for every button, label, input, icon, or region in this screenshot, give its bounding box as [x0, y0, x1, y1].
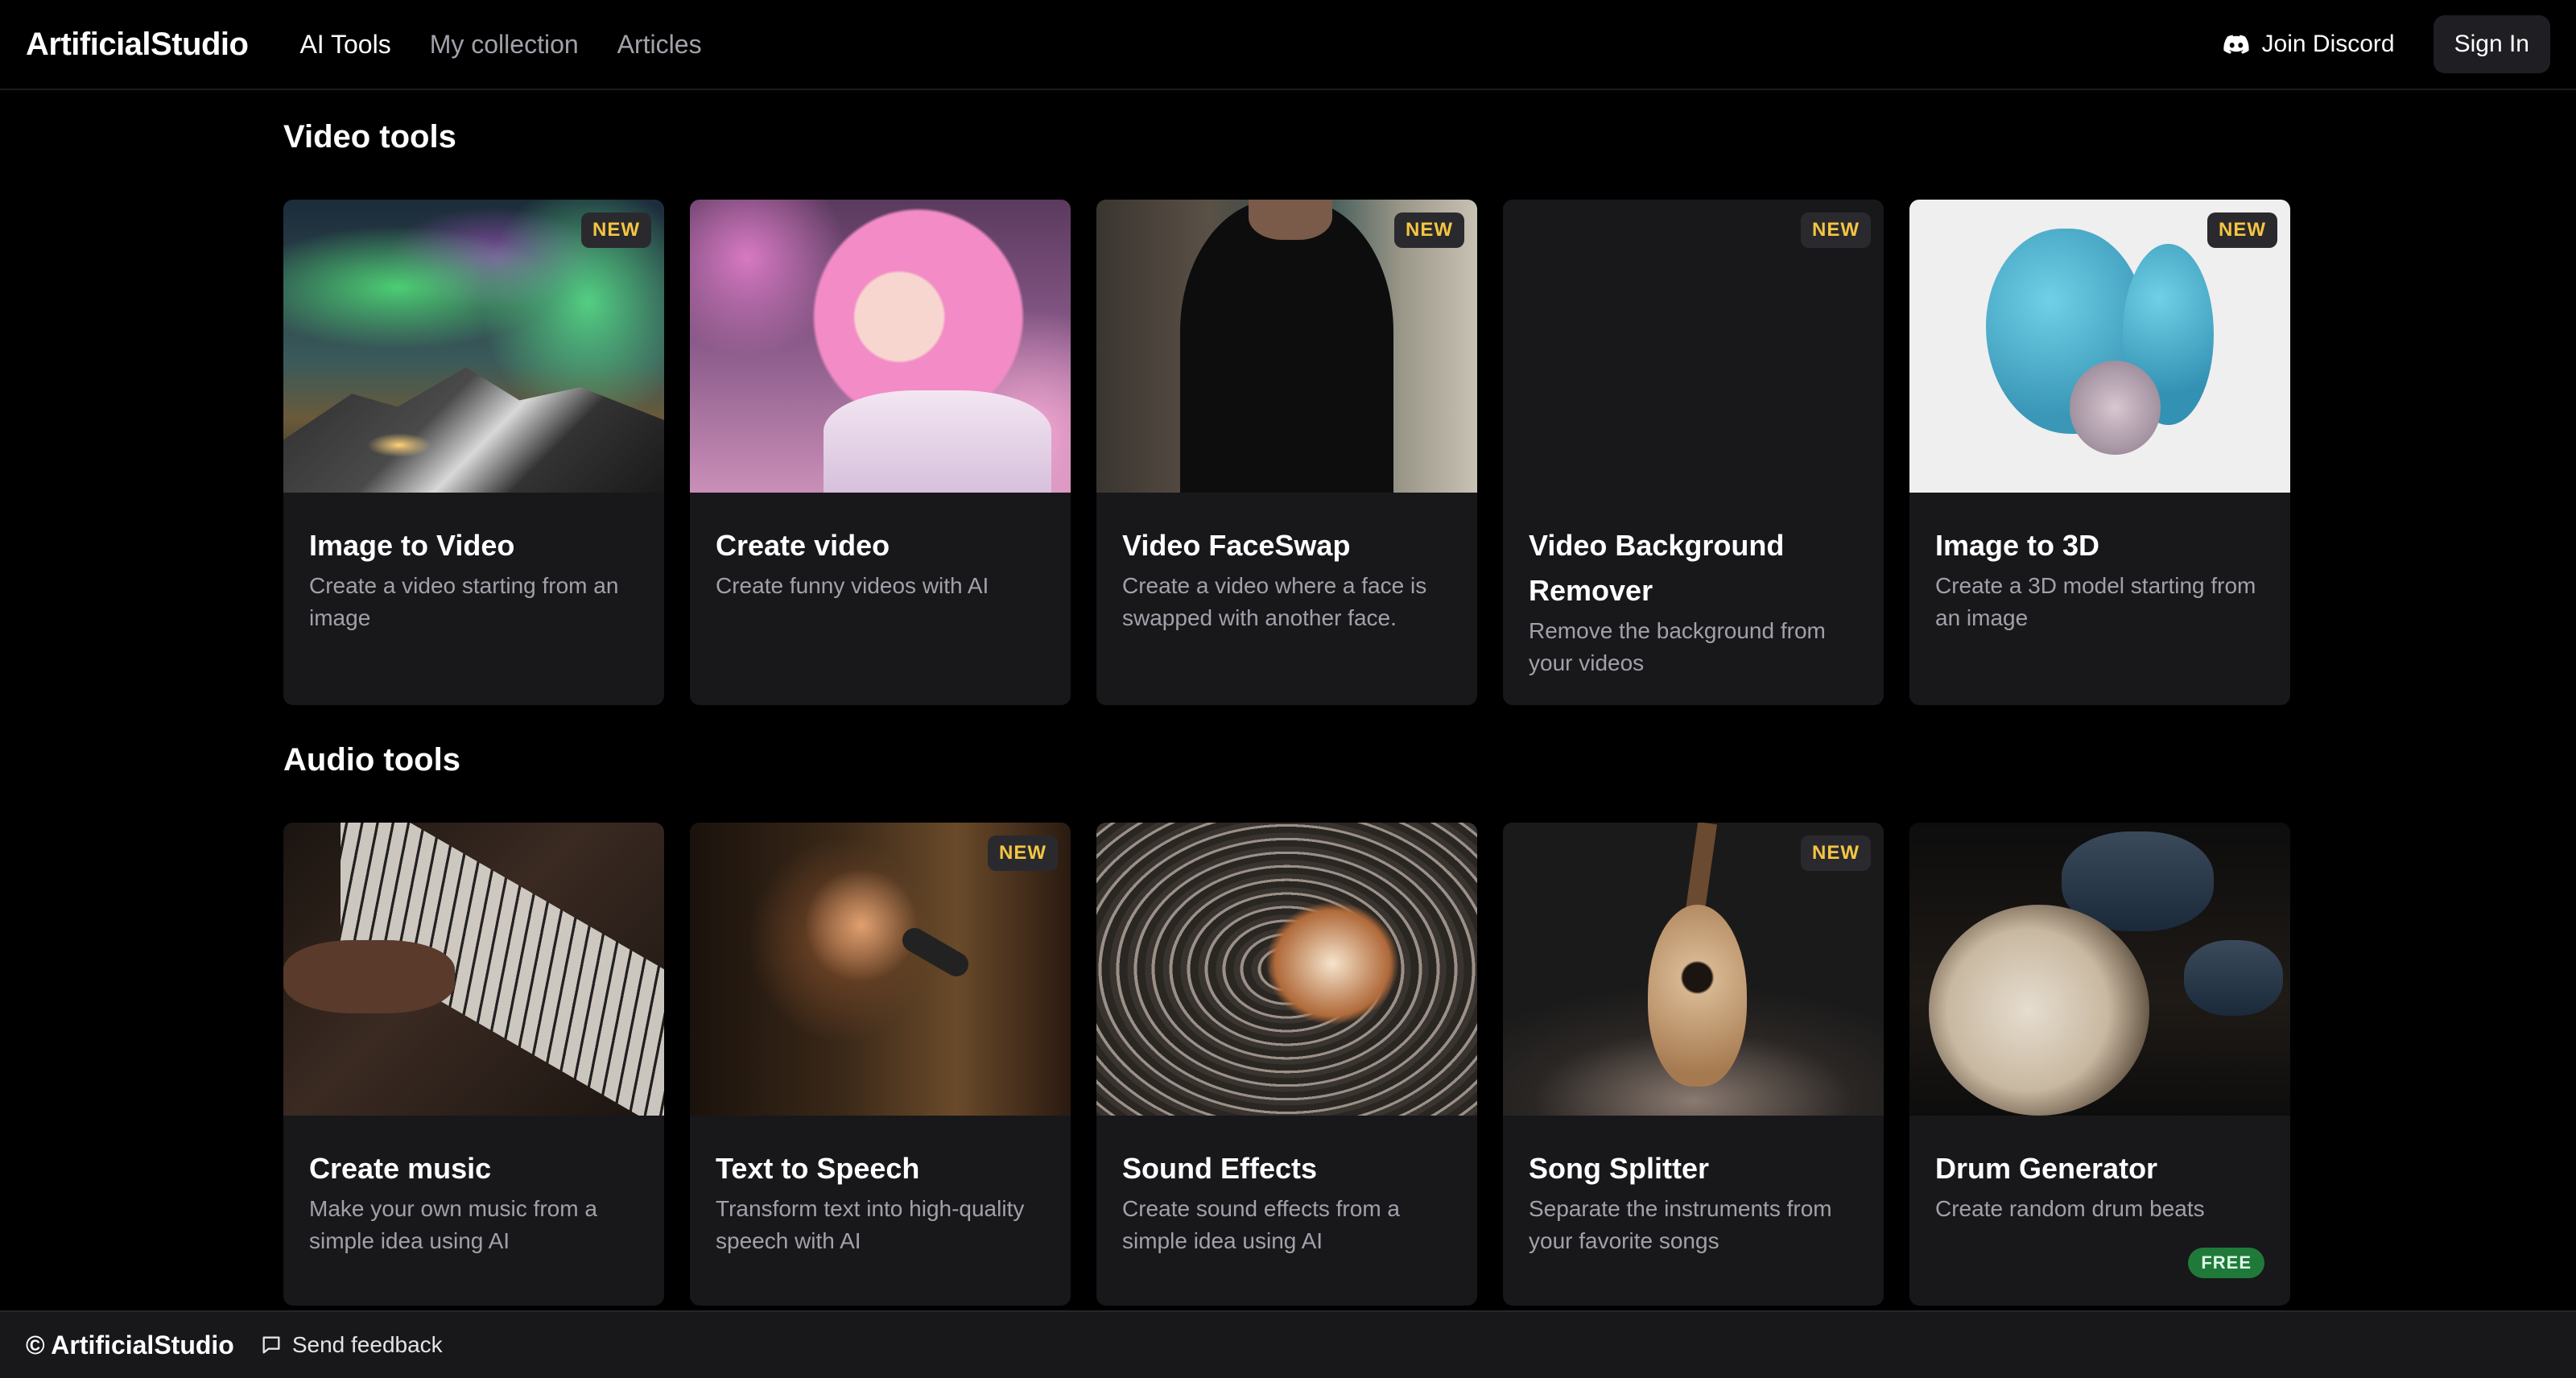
card-description: Create a 3D model starting from an image — [1935, 573, 2256, 630]
card-description: Make your own music from a simple idea u… — [309, 1196, 597, 1253]
card-title: Image to 3D — [1935, 529, 2100, 562]
tool-card-create-music[interactable]: Create music Make your own music from a … — [283, 823, 664, 1306]
section-title-audio: Audio tools — [283, 742, 460, 778]
dancer-thumbnail: NEW — [1096, 200, 1477, 493]
card-description: Create random drum beats — [1935, 1196, 2205, 1221]
card-title: Image to Video — [309, 529, 515, 562]
nav-my-collection[interactable]: My collection — [430, 30, 579, 60]
section-title-video: Video tools — [283, 119, 456, 155]
new-badge: NEW — [1801, 212, 1871, 248]
guitar-body — [1647, 904, 1747, 1087]
bass-drum — [1928, 904, 2149, 1116]
sign-in-button[interactable]: Sign In — [2433, 15, 2550, 73]
empty-thumbnail: NEW — [1503, 200, 1884, 493]
man-silhouette — [1180, 200, 1393, 493]
header-actions: Join Discord Sign In — [2223, 15, 2550, 73]
free-badge: FREE — [2188, 1248, 2264, 1278]
tool-card-video-faceswap[interactable]: NEW Video FaceSwap Create a video where … — [1096, 200, 1477, 705]
tool-card-image-to-video[interactable]: NEW Image to Video Create a video starti… — [283, 200, 664, 705]
footer: © ArtificialStudio Send feedback — [0, 1310, 2576, 1378]
join-discord-link[interactable]: Join Discord — [2223, 31, 2395, 58]
tool-card-image-to-3d[interactable]: NEW Image to 3D Create a 3D model starti… — [1909, 200, 2290, 705]
card-description: Create sound effects from a simple idea … — [1122, 1196, 1400, 1253]
microphone-thumbnail: NEW — [690, 823, 1071, 1116]
join-discord-label: Join Discord — [2261, 31, 2395, 57]
send-feedback-link[interactable]: Send feedback — [260, 1332, 443, 1358]
video-tools-grid: NEW Image to Video Create a video starti… — [283, 200, 2293, 705]
send-feedback-label: Send feedback — [291, 1332, 443, 1357]
plush-body — [2069, 361, 2161, 455]
main-nav: AI Tools My collection Articles — [299, 30, 701, 60]
card-title: Song Splitter — [1529, 1152, 1709, 1185]
card-title: Sound Effects — [1122, 1152, 1318, 1185]
new-badge: NEW — [2207, 212, 2277, 248]
card-title: Video Background Remover — [1529, 529, 1785, 607]
tool-card-song-splitter[interactable]: NEW Song Splitter Separate the instrumen… — [1503, 823, 1884, 1306]
aurora-thumbnail: NEW — [283, 200, 664, 493]
card-description: Remove the background from your videos — [1529, 618, 1826, 675]
tool-card-video-background-remover[interactable]: NEW Video Background Remover Remove the … — [1503, 200, 1884, 705]
card-title: Text to Speech — [716, 1152, 920, 1185]
nav-articles[interactable]: Articles — [617, 30, 702, 60]
microphone-shape — [898, 923, 973, 981]
man-head — [1249, 200, 1333, 240]
card-description: Create a video starting from an image — [309, 573, 619, 630]
nav-ai-tools[interactable]: AI Tools — [299, 30, 390, 60]
footer-copyright: © ArtificialStudio — [26, 1330, 234, 1359]
shirt-shape — [823, 390, 1052, 493]
tool-card-create-video[interactable]: Create video Create funny videos with AI — [690, 200, 1071, 705]
new-badge: NEW — [988, 835, 1058, 871]
message-square-icon — [262, 1336, 280, 1354]
anime-girl-thumbnail — [690, 200, 1071, 493]
audio-tools-grid: Create music Make your own music from a … — [283, 823, 2293, 1306]
mountain-shape — [283, 367, 664, 493]
tool-card-drum-generator[interactable]: Drum Generator Create random drum beats … — [1909, 823, 2290, 1306]
drum-kit-thumbnail — [1909, 823, 2290, 1116]
card-description: Create a video where a face is swapped w… — [1122, 573, 1427, 630]
tools-content: Video tools NEW Image to Video Create a … — [283, 90, 2293, 1306]
brand-logo[interactable]: ArtificialStudio — [26, 27, 249, 63]
snare-drum — [2183, 939, 2283, 1017]
card-title: Create music — [309, 1152, 492, 1185]
card-title: Video FaceSwap — [1122, 529, 1351, 562]
piano-thumbnail — [283, 823, 664, 1116]
card-title: Create video — [716, 529, 890, 562]
plush-3d-thumbnail: NEW — [1909, 200, 2290, 493]
hand-shape — [283, 939, 455, 1013]
card-description: Separate the instruments from your favor… — [1529, 1196, 1832, 1253]
speaker-horn-thumbnail — [1096, 823, 1477, 1116]
new-badge: NEW — [1394, 212, 1464, 248]
tool-card-text-to-speech[interactable]: NEW Text to Speech Transform text into h… — [690, 823, 1071, 1306]
card-title: Drum Generator — [1935, 1152, 2158, 1185]
new-badge: NEW — [581, 212, 651, 248]
guitar-thumbnail: NEW — [1503, 823, 1884, 1116]
card-description: Transform text into high-quality speech … — [716, 1196, 1025, 1253]
light-glow — [367, 433, 432, 458]
tool-card-sound-effects[interactable]: Sound Effects Create sound effects from … — [1096, 823, 1477, 1306]
card-description: Create funny videos with AI — [716, 573, 989, 598]
top-nav: ArtificialStudio AI Tools My collection … — [0, 0, 2576, 90]
discord-icon — [2223, 35, 2249, 54]
new-badge: NEW — [1801, 835, 1871, 871]
